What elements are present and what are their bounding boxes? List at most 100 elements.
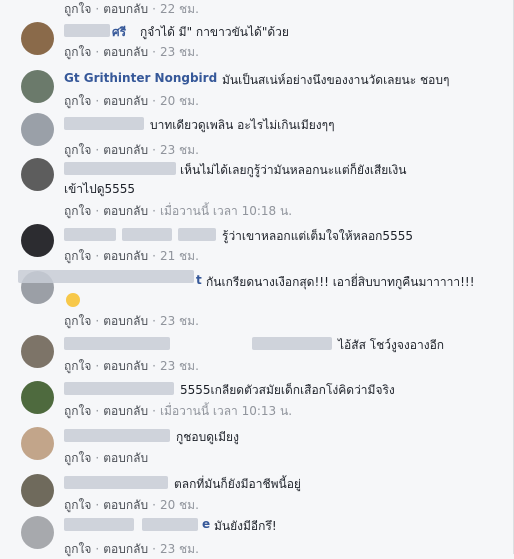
avatar[interactable] [21, 22, 54, 55]
comment-time[interactable]: 23 ชม. [160, 314, 199, 328]
avatar[interactable] [21, 158, 54, 191]
comment-actions: ถูกใจ · ตอบกลับ · 21 ชม. [64, 247, 199, 266]
avatar[interactable] [21, 516, 54, 549]
reply-link[interactable]: ตอบกลับ [103, 498, 148, 512]
comment-text: ไอ้สัส โชว์งูจงอางอีก [338, 338, 445, 352]
separator: · [152, 45, 156, 59]
separator: · [95, 451, 100, 465]
blurred-name [18, 270, 194, 283]
blurred-name [64, 476, 168, 489]
like-link[interactable]: ถูกใจ [64, 314, 91, 328]
comment-text: กูจำได้ มี" กาขาวขันได้"ด้วย [140, 25, 289, 39]
separator: · [95, 45, 100, 59]
commenter-name[interactable]: Gt Grithinter Nongbird [64, 71, 217, 85]
blurred-name [64, 337, 170, 350]
like-link[interactable]: ถูกใจ [64, 94, 91, 108]
like-link[interactable]: ถูกใจ [64, 498, 91, 512]
separator: · [152, 249, 156, 263]
comment-text: รู้ว่าเขาหลอกแต่เต็มใจให้หลอก5555 [222, 229, 413, 243]
like-link[interactable]: ถูกใจ [64, 451, 91, 465]
separator: · [152, 359, 156, 373]
separator: · [95, 204, 100, 218]
comment-actions: ถูกใจ · ตอบกลับ · 23 ชม. [64, 312, 199, 331]
avatar[interactable] [21, 381, 54, 414]
comment-text: มันเป็นสเน่ห์อย่างนึงของงานวัดเลยนะ ชอบๆ [222, 73, 450, 87]
separator: · [95, 498, 100, 512]
comment-actions: ถูกใจ · ตอบกลับ · 20 ชม. [64, 92, 199, 111]
separator: · [95, 314, 100, 328]
comment-text-line1: เห็นไม่ได้เลยกูรู้ว่ามันหลอกนะแต่ก็ยังเส… [180, 163, 407, 177]
reply-link[interactable]: ตอบกลับ [103, 314, 148, 328]
avatar[interactable] [21, 224, 54, 257]
comment-text: บาทเดียวดูเพลิน อะไรไม่เกินเมียงๆๆ [150, 118, 335, 132]
reply-link[interactable]: ตอบกลับ [103, 94, 148, 108]
sad-face-emoji-icon [66, 293, 80, 307]
commenter-name[interactable]: ศรี [112, 23, 126, 42]
comment-text: กันเกรียดนางเงือกสุด!!! เอายี่สิบบาทกูคื… [206, 275, 475, 289]
like-link[interactable]: ถูกใจ [64, 143, 91, 157]
separator: · [95, 94, 100, 108]
comment-actions: ถูกใจ · ตอบกลับ · 23 ชม. [64, 43, 199, 62]
like-link[interactable]: ถูกใจ [64, 2, 91, 16]
comment-text: 5555เกลียดตัวสมัยเด็กเสือกโง่คิดว่ามีจริ… [180, 383, 395, 397]
separator: · [152, 94, 156, 108]
separator: · [152, 143, 156, 157]
separator: · [152, 204, 156, 218]
blurred-name [178, 228, 216, 241]
comment-time[interactable]: 23 ชม. [160, 143, 199, 157]
comment-actions: ถูกใจ · ตอบกลับ · 20 ชม. [64, 496, 199, 515]
separator: · [95, 249, 100, 263]
comment-time[interactable]: 23 ชม. [160, 359, 199, 373]
blurred-name [64, 117, 144, 130]
blurred-name [64, 24, 110, 37]
separator: · [95, 359, 100, 373]
comment-actions: ถูกใจ · ตอบกลับ · เมื่อวานนี้ เวลา 10:13 น. [64, 402, 292, 421]
like-link[interactable]: ถูกใจ [64, 249, 91, 263]
separator: · [152, 404, 156, 418]
separator: · [95, 143, 100, 157]
comment-time[interactable]: 23 ชม. [160, 45, 199, 59]
like-link[interactable]: ถูกใจ [64, 359, 91, 373]
comment-actions: ถูกใจ · ตอบกลับ [64, 449, 148, 468]
avatar[interactable] [21, 70, 54, 103]
commenter-name[interactable]: e [202, 517, 210, 531]
blurred-name [64, 382, 174, 395]
comment-time[interactable]: เมื่อวานนี้ เวลา 10:13 น. [160, 404, 292, 418]
comment-time[interactable]: 20 ชม. [160, 498, 199, 512]
avatar[interactable] [21, 474, 54, 507]
comment-actions: ถูกใจ · ตอบกลับ · 22 ชม. [64, 0, 199, 19]
comment-time[interactable]: เมื่อวานนี้ เวลา 10:18 น. [160, 204, 292, 218]
reply-link[interactable]: ตอบกลับ [103, 143, 148, 157]
blurred-name [142, 518, 198, 531]
avatar[interactable] [21, 113, 54, 146]
comment-actions: ถูกใจ · ตอบกลับ · 23 ชม. [64, 540, 199, 559]
blurred-name [64, 162, 176, 175]
reply-link[interactable]: ตอบกลับ [103, 404, 148, 418]
blurred-name [252, 337, 332, 350]
comment-text: ตลกที่มันก็ยังมีอาชีพนี้อยู่ [174, 477, 301, 491]
reply-link[interactable]: ตอบกลับ [103, 451, 148, 465]
comment-actions: ถูกใจ · ตอบกลับ · เมื่อวานนี้ เวลา 10:18 น. [64, 202, 292, 221]
avatar[interactable] [21, 335, 54, 368]
reply-link[interactable]: ตอบกลับ [103, 204, 148, 218]
separator: · [95, 2, 100, 16]
reply-link[interactable]: ตอบกลับ [103, 359, 148, 373]
like-link[interactable]: ถูกใจ [64, 404, 91, 418]
comment-time[interactable]: 21 ชม. [160, 249, 199, 263]
blurred-name [64, 518, 134, 531]
comment-text: มันยังมีอีกรึ! [214, 519, 277, 533]
comment-text-line2: เข้าไปดู5555 [64, 182, 136, 196]
comment-text: กูชอบดูเมียงู [176, 430, 239, 444]
reply-link[interactable]: ตอบกลับ [103, 2, 148, 16]
like-link[interactable]: ถูกใจ [64, 204, 91, 218]
reply-link[interactable]: ตอบกลับ [103, 45, 148, 59]
comment-time[interactable]: 22 ชม. [160, 2, 199, 16]
separator: · [152, 314, 156, 328]
avatar[interactable] [21, 427, 54, 460]
separator: · [95, 404, 100, 418]
commenter-name[interactable]: t [196, 273, 202, 287]
reply-link[interactable]: ตอบกลับ [103, 249, 148, 263]
like-link[interactable]: ถูกใจ [64, 45, 91, 59]
comment-actions: ถูกใจ · ตอบกลับ · 23 ชม. [64, 357, 199, 376]
comment-time[interactable]: 20 ชม. [160, 94, 199, 108]
